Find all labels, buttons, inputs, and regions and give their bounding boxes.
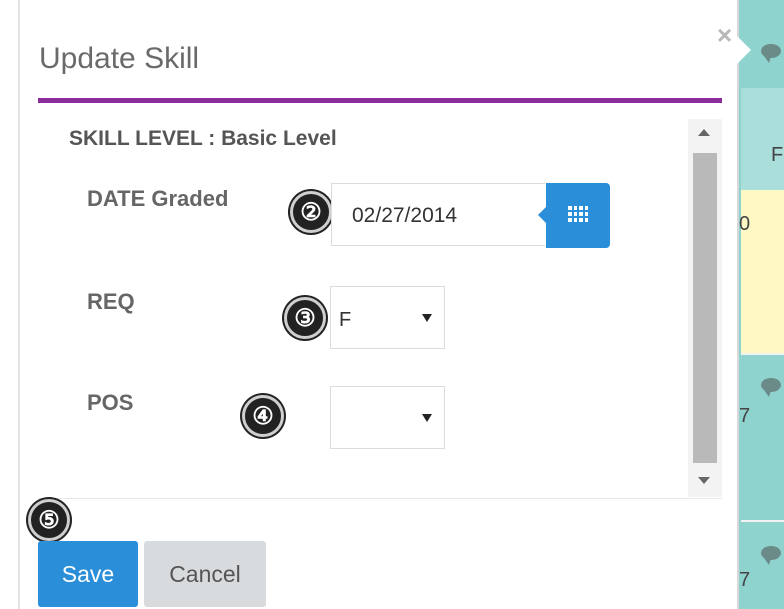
date-graded-label: DATE Graded	[87, 186, 229, 211]
save-button[interactable]: Save	[38, 541, 138, 607]
pos-select[interactable]	[330, 386, 445, 449]
comment-icon[interactable]	[761, 44, 781, 63]
date-graded-input[interactable]: 02/27/2014	[331, 183, 545, 246]
chevron-down-icon	[422, 314, 432, 322]
background-cell-text: 0	[739, 213, 751, 235]
dialog-scrollbar[interactable]	[688, 119, 722, 497]
dialog-title: Update Skill	[39, 42, 200, 75]
comment-icon[interactable]	[761, 378, 781, 397]
popover-pointer	[737, 36, 751, 64]
close-icon[interactable]: ×	[717, 22, 732, 48]
background-divider	[741, 353, 784, 355]
calendar-button[interactable]	[538, 183, 610, 248]
left-gutter	[0, 0, 20, 609]
background-cell-text: 7	[739, 569, 751, 591]
step-badge-4: ④	[242, 395, 284, 437]
step-badge-5: ⑤	[28, 499, 70, 541]
background-cell	[741, 88, 784, 190]
background-cell-text: F	[771, 144, 784, 166]
scroll-thumb[interactable]	[693, 153, 717, 463]
pos-label: POS	[87, 390, 134, 415]
step-badge-2: ②	[290, 191, 332, 233]
chevron-down-icon	[422, 414, 432, 422]
req-select[interactable]: F	[330, 286, 445, 349]
calendar-icon	[568, 206, 588, 222]
background-divider	[741, 520, 784, 522]
scroll-down-icon[interactable]	[698, 477, 710, 484]
background-cell-text: 7	[739, 405, 751, 427]
skill-level-text: SKILL LEVEL : Basic Level	[69, 127, 337, 150]
step-badge-3: ③	[284, 297, 326, 339]
req-label: REQ	[87, 289, 135, 314]
comment-icon[interactable]	[761, 546, 781, 565]
req-select-value: F	[339, 309, 352, 331]
background-app-panel: F 0 7 7	[737, 0, 784, 609]
scroll-up-icon[interactable]	[698, 129, 710, 136]
cancel-button[interactable]: Cancel	[144, 541, 266, 607]
